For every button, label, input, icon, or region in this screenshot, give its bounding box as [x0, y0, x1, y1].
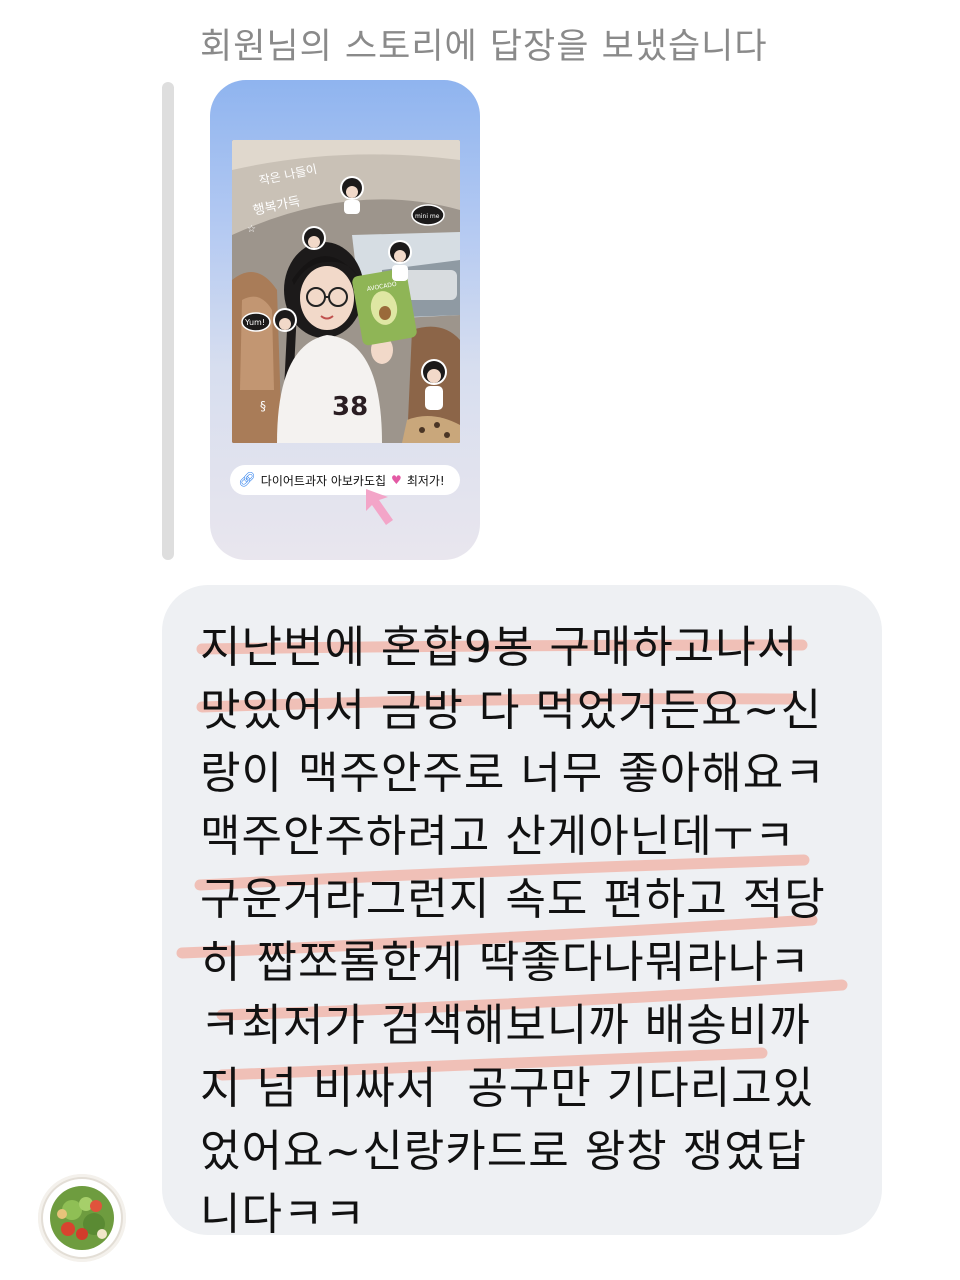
- yum-sticker: Yum!: [241, 312, 271, 332]
- salad-avatar-icon: [38, 1174, 126, 1262]
- mini-me-sticker: mini me: [411, 204, 445, 226]
- message-bubble[interactable]: 지난번에 혼합9봉 구매하고나서 맛있어서 금방 다 먹었거든요~신 랑이 맥주…: [162, 585, 882, 1240]
- pointer-arrow-icon: [366, 489, 393, 525]
- story-reply-notice: 회원님의 스토리에 답장을 보냈습니다: [200, 27, 768, 67]
- message-line: 히 짭쪼롬한게 딱좋다나뭐라나ㅋ: [200, 937, 811, 988]
- message-line: 지 넘 비싸서 공구만 기다리고있: [200, 1063, 815, 1114]
- message-text: 지난번에 혼합9봉 구매하고나서 맛있어서 금방 다 먹었거든요~신 랑이 맥주…: [162, 585, 882, 1246]
- message-line: 구운거라그런지 속도 편하고 적당: [200, 874, 826, 925]
- svg-text:mini me: mini me: [415, 213, 440, 220]
- product-link-sticker[interactable]: 🔗︎ 다이어트과자 아보카도칩 ♥ 최저가!: [230, 465, 460, 495]
- message-line: 맛있어서 금방 다 먹었거든요~신: [200, 685, 823, 736]
- message-line: 랑이 맥주안주로 너무 좋아해요ㅋ: [200, 748, 826, 799]
- sender-avatar[interactable]: [38, 1174, 126, 1262]
- story-preview-card[interactable]: 38 AVOCADO 작은 나들이 행복가득 Yum! mini me ☆ § …: [210, 80, 480, 560]
- message-line: 지난번에 혼합9봉 구매하고나서: [200, 622, 799, 673]
- chibi-sticker-seat: [273, 308, 297, 332]
- message-line: 니다ㅋㅋ: [200, 1189, 366, 1240]
- svg-text:Yum!: Yum!: [244, 318, 265, 327]
- story-photo[interactable]: 38 AVOCADO 작은 나들이 행복가득 Yum! mini me ☆ §: [232, 140, 460, 443]
- swirl-doodle-icon: §: [260, 399, 266, 413]
- story-photo-illustration: 38 AVOCADO 작은 나들이 행복가득 Yum! mini me ☆ §: [232, 140, 460, 443]
- message-line: ㅋ최저가 검색해보니까 배송비까: [200, 1000, 811, 1051]
- link-sticker-suffix: 최저가!: [406, 473, 445, 488]
- message-line: 맥주안주하려고 산게아닌데ㅜㅋ: [200, 811, 796, 862]
- sweater-print: 38: [332, 392, 368, 422]
- star-doodle-icon: ☆: [247, 224, 256, 235]
- link-icon: 🔗︎: [238, 472, 256, 488]
- quote-bar: [162, 82, 174, 560]
- chibi-sticker-left: [302, 226, 326, 250]
- message-line: 었어요~신랑카드로 왕창 쟁였답: [200, 1126, 808, 1177]
